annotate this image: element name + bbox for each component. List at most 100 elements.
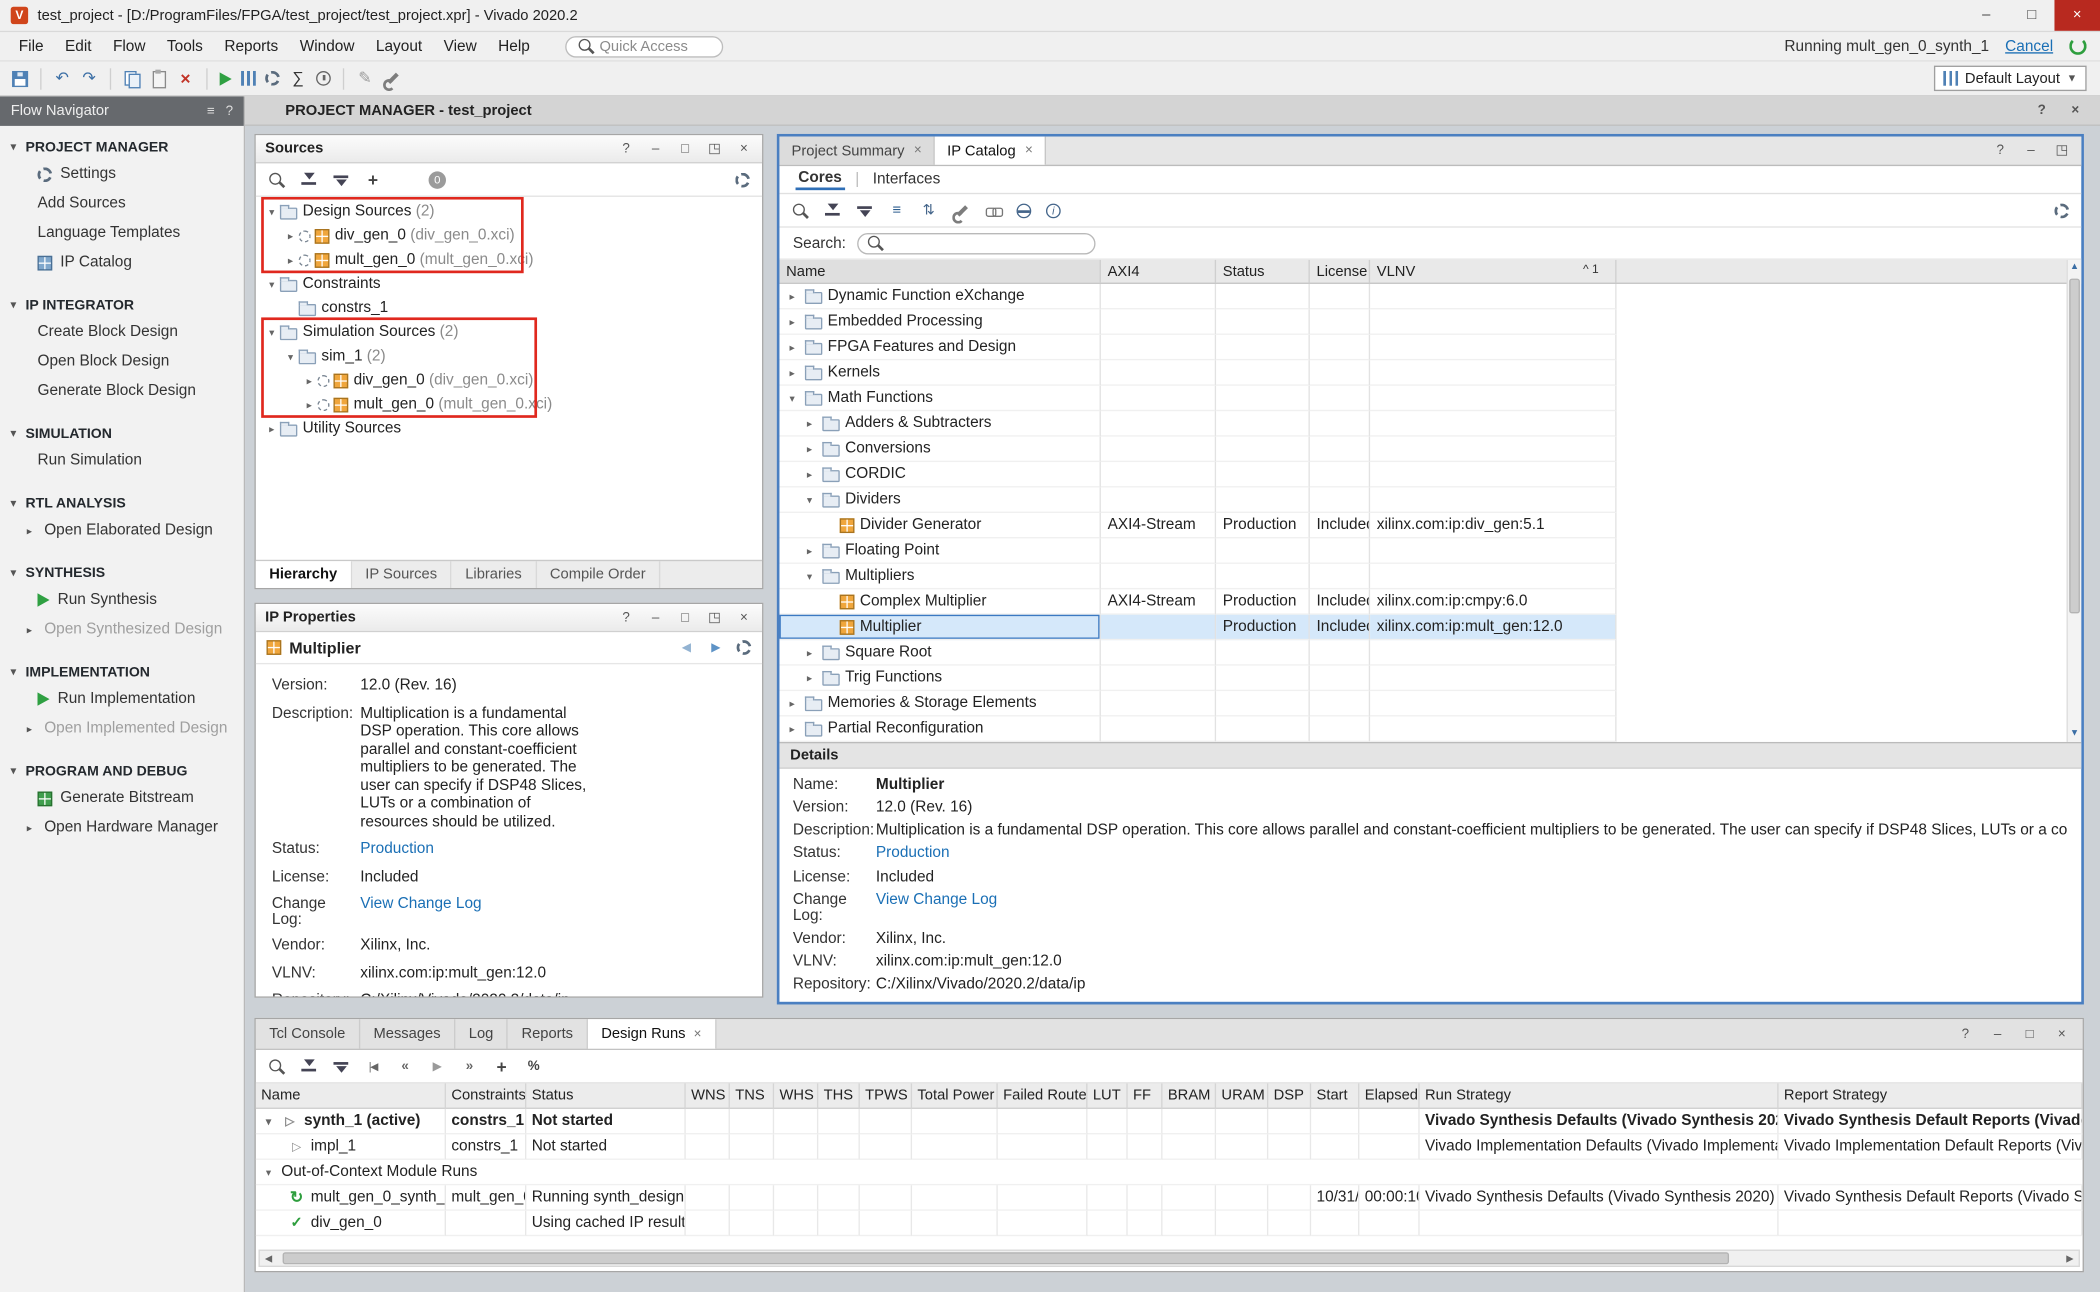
chevron-right-icon[interactable]: ▸ [785, 697, 800, 709]
catalog-row[interactable]: ▸CORDIC [779, 462, 2081, 487]
flow-item-language-templates[interactable]: Language Templates [0, 218, 244, 247]
customize-icon[interactable] [952, 202, 969, 219]
chevron-right-icon[interactable]: ▸ [785, 315, 800, 327]
column-header-start[interactable]: Start [1311, 1083, 1359, 1107]
gear-icon[interactable] [737, 640, 752, 655]
delete-icon[interactable] [177, 70, 194, 87]
run-row[interactable]: ▾synth_1 (active)constrs_1Not startedViv… [256, 1109, 2083, 1134]
settings-icon[interactable] [265, 71, 280, 86]
flow-item-ip-catalog[interactable]: IP Catalog [0, 248, 244, 277]
run-row[interactable]: mult_gen_0_synth_1mult_gen_0Running synt… [256, 1185, 2083, 1210]
close-icon[interactable] [735, 140, 752, 157]
flow-item-run-simulation[interactable]: Run Simulation [0, 446, 244, 475]
column-header-elapsed[interactable]: Elapsed [1359, 1083, 1419, 1107]
minimize-icon[interactable] [647, 140, 664, 157]
tree-item[interactable]: constrs_1 [256, 296, 762, 320]
catalog-row[interactable]: ▸FPGA Features and Design [779, 335, 2081, 360]
tree-item[interactable]: ▸Utility Sources [256, 417, 762, 441]
flow-item-open-synthesized-design[interactable]: ▸Open Synthesized Design [0, 615, 244, 644]
add-icon[interactable] [364, 171, 381, 188]
run-row[interactable]: ▾Out-of-Context Module Runs [256, 1160, 2083, 1185]
chevron-right-icon[interactable]: ▸ [283, 254, 299, 266]
help-icon[interactable] [1992, 142, 2009, 159]
column-header-constraints[interactable]: Constraints [446, 1083, 526, 1107]
column-header-bram[interactable]: BRAM [1163, 1083, 1217, 1107]
catalog-row[interactable]: ▸Partial Reconfiguration [779, 717, 2081, 742]
catalog-row[interactable]: ▸Memories & Storage Elements [779, 691, 2081, 716]
column-header-total-power[interactable]: Total Power [912, 1083, 998, 1107]
column-header-dsp[interactable]: DSP [1268, 1083, 1311, 1107]
flow-item-run-implementation[interactable]: Run Implementation [0, 684, 244, 713]
flow-item-open-block-design[interactable]: Open Block Design [0, 347, 244, 376]
catalog-row[interactable]: Complex MultiplierAXI4-StreamProductionI… [779, 589, 2081, 614]
help-icon[interactable] [2033, 102, 2050, 119]
step-first-icon[interactable] [364, 1057, 381, 1074]
menu-help[interactable]: Help [487, 35, 540, 56]
menu-view[interactable]: View [433, 35, 488, 56]
flow-item-settings[interactable]: Settings [0, 159, 244, 188]
maximize-icon[interactable] [2021, 1025, 2038, 1042]
chevron-down-icon[interactable]: ▾ [802, 494, 817, 506]
sum-icon[interactable] [289, 70, 306, 87]
run-row[interactable]: impl_1constrs_1Not startedVivado Impleme… [256, 1134, 2083, 1159]
tree-item[interactable]: ▾Design Sources (2) [256, 200, 762, 224]
chevron-down-icon[interactable]: ▾ [264, 326, 280, 338]
column-header-wns[interactable]: WNS [686, 1083, 730, 1107]
flow-item-open-elaborated-design[interactable]: ▸Open Elaborated Design [0, 516, 244, 545]
run-icon[interactable] [220, 72, 232, 85]
flow-item-create-block-design[interactable]: Create Block Design [0, 317, 244, 346]
edit-icon[interactable] [356, 70, 373, 87]
flow-section-header[interactable]: ▾IP INTEGRATOR [0, 292, 244, 317]
close-icon[interactable]: × [914, 143, 922, 158]
dock-icon[interactable]: ≡ [207, 104, 215, 119]
menu-reports[interactable]: Reports [214, 35, 289, 56]
chevron-right-icon[interactable]: ▸ [264, 423, 280, 435]
maximize-icon[interactable] [676, 609, 693, 626]
tab-project-summary[interactable]: Project Summary× [779, 137, 935, 165]
maximize-button[interactable] [2009, 0, 2055, 31]
scroll-left-icon[interactable]: ◀ [260, 1253, 277, 1264]
menu-file[interactable]: File [8, 35, 54, 56]
timing-icon[interactable] [316, 71, 331, 86]
tree-item[interactable]: ▾Constraints [256, 272, 762, 296]
flow-item-add-sources[interactable]: Add Sources [0, 189, 244, 218]
chevron-down-icon[interactable]: ▾ [802, 570, 817, 582]
close-icon[interactable] [2067, 102, 2084, 119]
minimize-button[interactable] [1963, 0, 2009, 31]
cancel-link[interactable]: Cancel [2005, 38, 2053, 54]
catalog-row[interactable]: ▸Embedded Processing [779, 309, 2081, 334]
chevron-right-icon[interactable]: ▸ [785, 341, 800, 353]
vertical-scrollbar[interactable]: ▲ ▼ [2067, 260, 2082, 742]
float-icon[interactable] [706, 140, 723, 157]
world-icon[interactable] [1017, 203, 1032, 218]
chevron-right-icon[interactable]: ▸ [802, 646, 817, 658]
close-icon[interactable]: × [1025, 143, 1033, 158]
scroll-up-icon[interactable]: ▲ [2068, 260, 2081, 276]
column-header-name[interactable]: Name [256, 1083, 446, 1107]
flow-item-generate-bitstream[interactable]: Generate Bitstream [0, 783, 244, 812]
column-header-axi4[interactable]: AXI4 [1101, 260, 1216, 283]
float-icon[interactable] [2053, 142, 2070, 159]
tree-item[interactable]: ▸div_gen_0 (div_gen_0.xci) [256, 368, 762, 392]
catalog-row[interactable]: ▸Adders & Subtracters [779, 411, 2081, 436]
catalog-row[interactable]: ▸Kernels [779, 360, 2081, 385]
column-header-ff[interactable]: FF [1128, 1083, 1163, 1107]
menu-tools[interactable]: Tools [156, 35, 213, 56]
close-button[interactable] [2054, 0, 2100, 31]
minimize-icon[interactable] [2022, 142, 2039, 159]
copy-icon[interactable] [123, 70, 140, 87]
catalog-row[interactable]: ▾Multipliers [779, 564, 2081, 589]
flow-section-header[interactable]: ▾RTL ANALYSIS [0, 490, 244, 515]
scroll-down-icon[interactable]: ▼ [2068, 726, 2081, 742]
tab-hierarchy[interactable]: Hierarchy [256, 561, 352, 588]
tab-ip-sources[interactable]: IP Sources [352, 561, 452, 588]
column-header-failed-routes[interactable]: Failed Routes [998, 1083, 1088, 1107]
chevron-down-icon[interactable]: ▾ [264, 206, 280, 218]
chevron-right-icon[interactable]: ▸ [802, 417, 817, 429]
field-value[interactable]: View Change Log [876, 891, 2068, 923]
dashboard-icon[interactable] [241, 71, 256, 86]
maximize-icon[interactable] [676, 140, 693, 157]
expand-all-icon[interactable] [332, 171, 349, 188]
help-icon[interactable] [1957, 1025, 1974, 1042]
subtab-cores[interactable]: Cores [796, 169, 845, 190]
